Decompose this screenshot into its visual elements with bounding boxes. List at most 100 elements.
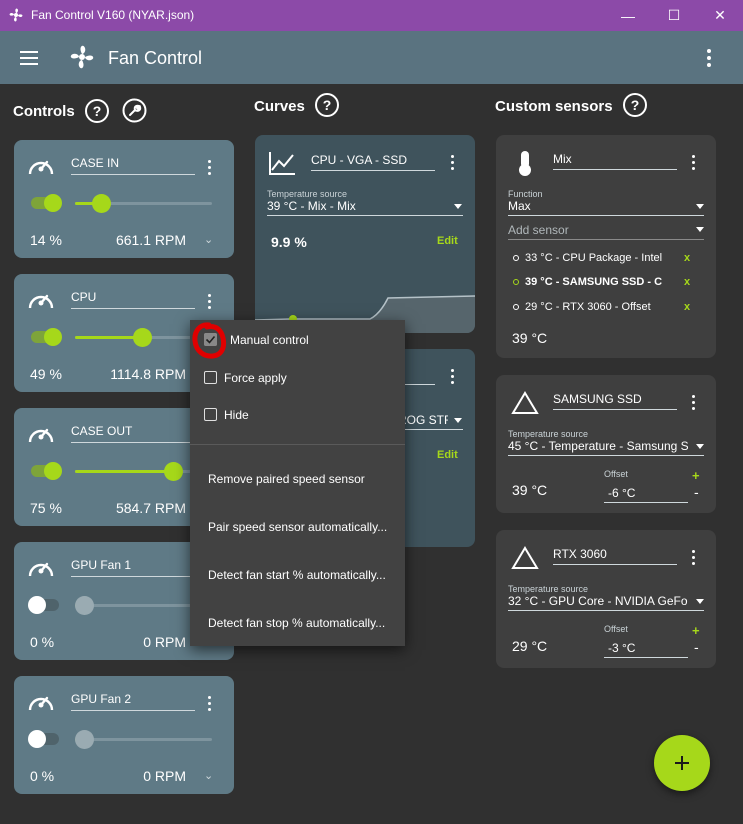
slider-thumb[interactable] (75, 596, 94, 615)
offset-decrease-button[interactable]: - (694, 639, 699, 655)
slider-thumb[interactable] (92, 194, 111, 213)
remove-paired-sensor-item[interactable]: Remove paired speed sensor (208, 472, 365, 486)
fan-enable-toggle[interactable] (31, 462, 62, 480)
sensor-card-samsung-ssd[interactable]: SAMSUNG SSD Temperature source 45 °C - T… (496, 375, 716, 513)
sensor-more-icon[interactable] (692, 155, 695, 170)
curve-percent: 9.9 % (271, 234, 307, 250)
remove-source-button[interactable]: x (684, 301, 690, 313)
offset-input[interactable]: -6 °C (608, 486, 635, 500)
fan-name-underline (71, 308, 195, 309)
fan-more-icon[interactable] (208, 294, 211, 309)
force-apply-checkbox[interactable] (204, 371, 217, 384)
sensor-name-underline (553, 169, 677, 170)
slider-thumb[interactable] (164, 462, 183, 481)
temperature-source-dropdown-icon[interactable] (696, 444, 704, 449)
curve2-more-icon[interactable] (451, 369, 454, 384)
detect-fan-start-item[interactable]: Detect fan start % automatically... (208, 568, 386, 582)
fan-name[interactable]: CASE OUT (71, 424, 132, 438)
fan-rpm: 661.1 RPM (115, 232, 186, 248)
curve2-edit-button[interactable]: Edit (437, 449, 458, 461)
fan-name[interactable]: CPU (71, 290, 96, 304)
sensor-more-icon[interactable] (692, 550, 695, 565)
maximize-button[interactable]: ☐ (651, 0, 697, 31)
manual-control-item[interactable]: Manual control (230, 333, 309, 347)
function-select[interactable]: Max (508, 199, 688, 213)
fan-more-icon[interactable] (208, 696, 211, 711)
custom-sensors-help-icon[interactable]: ? (623, 93, 647, 117)
offset-increase-button[interactable]: + (692, 623, 700, 638)
fan-enable-toggle[interactable] (28, 596, 59, 614)
controls-help-icon[interactable]: ? (85, 99, 109, 123)
sensor-temperature: 39 °C (512, 482, 548, 498)
chevron-down-icon[interactable]: ⌄ (204, 769, 213, 782)
fan-rpm: 0 RPM (143, 634, 186, 650)
curve-source-dropdown-icon[interactable] (454, 204, 462, 209)
detect-fan-stop-item[interactable]: Detect fan stop % automatically... (208, 616, 385, 630)
chevron-down-icon[interactable]: ⌄ (204, 233, 213, 246)
add-button[interactable] (654, 735, 710, 791)
fan-percent: 75 % (30, 500, 62, 516)
menu-icon[interactable] (20, 51, 38, 65)
mix-source-item-selected: 39 °C - SAMSUNG SSD - C (513, 276, 665, 288)
fan-percent: 14 % (30, 232, 62, 248)
sensor-more-icon[interactable] (692, 395, 695, 410)
force-apply-item[interactable]: Force apply (224, 371, 287, 385)
fan-speed-slider[interactable] (75, 730, 212, 749)
sensor-temperature: 29 °C (512, 638, 548, 654)
offset-decrease-button[interactable]: - (694, 484, 699, 500)
offset-increase-button[interactable]: + (692, 468, 700, 483)
add-sensor-dropdown-icon[interactable] (696, 227, 704, 232)
curve2-source-dropdown-icon[interactable] (454, 418, 462, 423)
curve-edit-button[interactable]: Edit (437, 235, 458, 247)
sensor-name[interactable]: RTX 3060 (553, 547, 607, 561)
sensor-card-mix[interactable]: Mix Function Max Add sensor 33 °C - CPU … (496, 135, 716, 358)
slider-thumb[interactable] (75, 730, 94, 749)
curve-source-select[interactable]: 39 °C - Mix - Mix (267, 199, 447, 213)
fan-name[interactable]: GPU Fan 1 (71, 558, 131, 572)
fan-name[interactable]: CASE IN (71, 156, 119, 170)
curve2-source-select[interactable]: ROG STR (398, 413, 448, 427)
more-options-icon[interactable] (704, 49, 714, 67)
wrench-icon[interactable] (122, 98, 147, 123)
curve-more-icon[interactable] (451, 155, 454, 170)
offset-underline (604, 502, 688, 503)
fan-enable-toggle[interactable] (31, 194, 62, 212)
offset-input[interactable]: -3 °C (608, 641, 635, 655)
remove-source-button[interactable]: x (684, 276, 690, 288)
fan-rpm: 1114.8 RPM (110, 366, 186, 382)
curve-card-cpu-vga-ssd[interactable]: CPU - VGA - SSD Temperature source 39 °C… (255, 135, 475, 333)
fan-name[interactable]: GPU Fan 2 (71, 692, 131, 706)
speedometer-icon (28, 294, 54, 309)
close-button[interactable]: ✕ (697, 0, 743, 31)
temperature-source-dropdown-icon[interactable] (696, 599, 704, 604)
sensor-temperature: 39 °C (512, 330, 548, 346)
offset-label: Offset (604, 624, 628, 634)
offset-underline (604, 657, 688, 658)
sensor-name[interactable]: SAMSUNG SSD (553, 392, 642, 406)
slider-thumb[interactable] (133, 328, 152, 347)
fan-rpm: 584.7 RPM (115, 500, 186, 516)
fan-context-menu: Manual control Force apply Hide Remove p… (190, 320, 405, 646)
curve-name[interactable]: CPU - VGA - SSD (311, 153, 407, 167)
minimize-button[interactable]: — (605, 0, 651, 31)
fan-control-card[interactable]: CASE IN 14 % 661.1 RPM ⌄ (14, 140, 234, 258)
temperature-source-select[interactable]: 32 °C - GPU Core - NVIDIA GeForce (508, 594, 688, 608)
fan-speed-slider[interactable] (75, 194, 212, 213)
function-dropdown-icon[interactable] (696, 204, 704, 209)
temperature-source-label: Temperature source (508, 429, 589, 439)
fan-control-card[interactable]: GPU Fan 2 0 % 0 RPM ⌄ (14, 676, 234, 794)
sensor-card-rtx-3060[interactable]: RTX 3060 Temperature source 32 °C - GPU … (496, 530, 716, 668)
sensor-name[interactable]: Mix (553, 152, 572, 166)
remove-source-button[interactable]: x (684, 252, 690, 264)
fan-enable-toggle[interactable] (31, 328, 62, 346)
curves-help-icon[interactable]: ? (315, 93, 339, 117)
pair-sensor-auto-item[interactable]: Pair speed sensor automatically... (208, 520, 387, 534)
manual-control-checked-box[interactable] (204, 333, 217, 346)
fan-more-icon[interactable] (208, 160, 211, 175)
plus-icon (675, 756, 689, 770)
hide-checkbox[interactable] (204, 408, 217, 421)
add-sensor-select[interactable]: Add sensor (508, 223, 688, 237)
hide-item[interactable]: Hide (224, 408, 249, 422)
temperature-source-select[interactable]: 45 °C - Temperature - Samsung SSD (508, 439, 688, 453)
fan-enable-toggle[interactable] (28, 730, 59, 748)
